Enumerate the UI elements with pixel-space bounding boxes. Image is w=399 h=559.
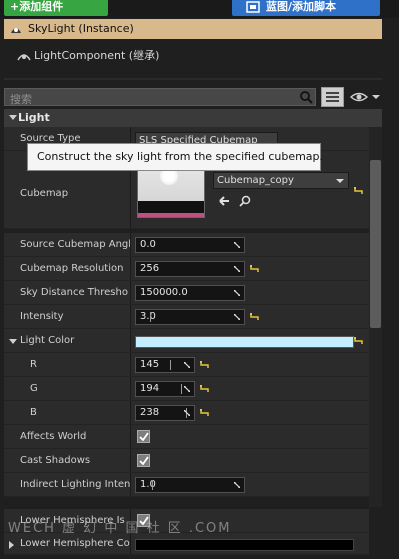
color-b-input[interactable]: 238 (135, 405, 195, 421)
property-label: Lower Hemisphere Colo (20, 538, 130, 549)
input-value: 256 (140, 263, 160, 274)
drag-handle-icon (234, 314, 240, 320)
checkmark-icon (139, 432, 149, 442)
drag-handle-icon (234, 482, 240, 488)
property-label: Intensity (20, 311, 64, 322)
property-row-cast-shadows: Cast Shadows (4, 449, 369, 473)
color-r-input[interactable]: 145 (135, 357, 195, 373)
property-row-light-color: Light Color (4, 329, 369, 353)
panel-divider (4, 78, 382, 80)
property-label: Cast Shadows (20, 455, 91, 466)
component-label: SkyLight (Instance) (28, 22, 134, 35)
source-cubemap-angle-input[interactable]: 0.0 (135, 237, 245, 253)
drag-handle-icon (234, 266, 240, 272)
drag-handle-icon (234, 290, 240, 296)
property-label: G (30, 383, 38, 394)
source-type-tooltip: Construct the sky light from the specifi… (27, 143, 323, 171)
property-label: Affects World (20, 431, 87, 442)
skylight-icon (11, 28, 21, 33)
reset-to-default-icon[interactable] (250, 313, 259, 321)
property-row-intensity: Intensity 3.0 (4, 305, 369, 329)
reset-to-default-icon[interactable] (200, 361, 209, 369)
input-value: 150000.0 (140, 287, 188, 298)
chevron-down-icon (336, 179, 344, 183)
collapse-arrow-icon[interactable] (9, 339, 17, 344)
input-value: 238 (140, 407, 160, 418)
blueprint-button-label: 蓝图/添加脚本 (266, 0, 337, 13)
property-label: Cubemap Resolution (20, 263, 124, 274)
property-row-affects-world: Affects World (4, 425, 369, 449)
property-row-color-r: R 145 (4, 353, 369, 377)
property-row-color-g: G 194 (4, 377, 369, 401)
light-color-swatch[interactable] (135, 336, 354, 348)
drag-handle-icon (184, 410, 190, 416)
input-value: 194 (140, 383, 160, 394)
cast-shadows-checkbox[interactable] (137, 454, 150, 467)
checkmark-icon (139, 456, 149, 466)
browse-asset-icon[interactable] (239, 195, 252, 208)
use-selected-asset-icon[interactable] (217, 195, 230, 207)
drag-handle-icon (184, 386, 190, 392)
cubemap-asset-dropdown[interactable]: Cubemap_copy (213, 172, 349, 189)
input-value: 145 (140, 359, 160, 370)
collapse-arrow-icon (9, 115, 17, 120)
input-value: 1.0 (140, 479, 156, 490)
search-icon[interactable] (299, 90, 313, 104)
expand-arrow-icon[interactable] (9, 541, 14, 549)
slider-marker (150, 312, 151, 322)
light-category-header[interactable]: Light (4, 109, 382, 127)
blueprint-add-script-button[interactable]: 蓝图/添加脚本 (232, 0, 380, 16)
cubemap-resolution-input[interactable]: 256 (135, 261, 245, 277)
input-value: 0.0 (140, 239, 156, 250)
search-placeholder: 搜索 (10, 93, 32, 106)
slider-marker (170, 360, 171, 370)
view-options-eye-icon[interactable] (350, 89, 382, 105)
drag-handle-icon (184, 362, 190, 368)
indirect-lighting-intensity-input[interactable]: 1.0 (135, 477, 245, 493)
property-label: Light Color (20, 335, 75, 346)
component-label: LightComponent (继承) (34, 49, 160, 62)
category-title: Light (18, 111, 50, 124)
affects-world-checkbox[interactable] (137, 430, 150, 443)
blueprint-icon (246, 1, 260, 13)
dropdown-value: Cubemap_copy (217, 175, 294, 186)
details-scrollbar-thumb[interactable] (370, 160, 381, 328)
color-g-input[interactable]: 194 (135, 381, 195, 397)
property-row-lower-hemisphere-color: Lower Hemisphere Colo (4, 533, 369, 555)
property-row-source-cubemap-angle: Source Cubemap Angl 0.0 (4, 233, 369, 257)
slider-marker (152, 480, 153, 490)
property-label: Indirect Lighting Inten (20, 479, 130, 490)
property-matrix-button[interactable] (321, 87, 344, 107)
add-component-button[interactable]: +添加组件 (4, 0, 108, 16)
reset-to-default-icon[interactable] (200, 409, 209, 417)
component-item-light-component[interactable]: LightComponent (继承) (4, 45, 382, 67)
property-row-sky-distance-threshold: Sky Distance Thresho 150000.0 (4, 281, 369, 305)
property-label: Sky Distance Thresho (20, 287, 128, 298)
list-view-icon (326, 92, 339, 102)
reset-to-default-icon[interactable] (354, 187, 363, 195)
property-row-color-b: B 238 (4, 401, 369, 425)
property-label: B (30, 407, 37, 418)
slider-marker (181, 384, 182, 394)
property-row-cubemap-resolution: Cubemap Resolution 256 (4, 257, 369, 281)
property-row-indirect-lighting-intensity: Indirect Lighting Inten 1.0 (4, 473, 369, 497)
drag-handle-icon (234, 242, 240, 248)
watermark: WECH 虚 幻 中 国 社 区 .COM (8, 521, 232, 536)
intensity-input[interactable]: 3.0 (135, 309, 245, 325)
component-item-skylight-instance[interactable]: SkyLight (Instance) (4, 19, 382, 39)
sky-distance-threshold-input[interactable]: 150000.0 (135, 285, 245, 301)
reset-to-default-icon[interactable] (354, 337, 363, 345)
input-value: 3.0 (140, 311, 156, 322)
lower-hemisphere-color-swatch[interactable] (135, 539, 354, 551)
reset-to-default-icon[interactable] (200, 385, 209, 393)
light-component-icon (17, 54, 31, 61)
property-label: Source Cubemap Angl (20, 239, 130, 250)
details-search-input[interactable]: 搜索 (4, 88, 316, 106)
reset-to-default-icon[interactable] (250, 265, 259, 273)
property-label: R (30, 359, 37, 370)
